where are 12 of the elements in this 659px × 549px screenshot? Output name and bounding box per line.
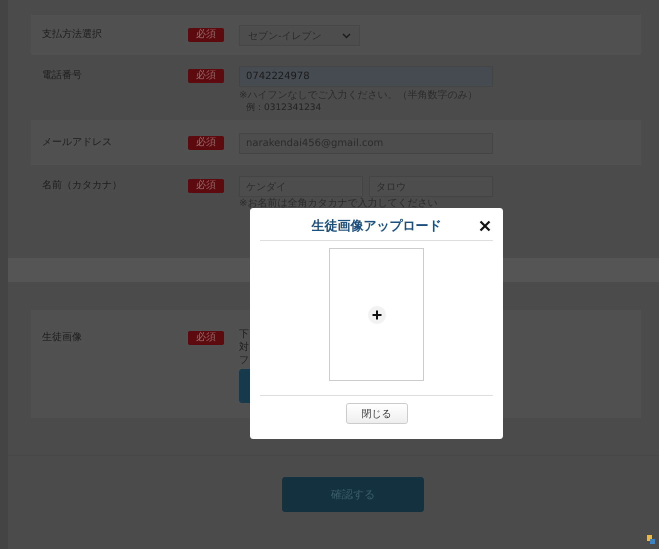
- close-icon[interactable]: [479, 220, 491, 232]
- chevron-down-icon: [342, 32, 351, 38]
- widget-icon[interactable]: [646, 534, 656, 545]
- required-badge: 必須: [188, 331, 224, 345]
- plus-icon: [368, 306, 386, 324]
- required-badge: 必須: [188, 28, 224, 42]
- required-badge: 必須: [188, 179, 224, 193]
- required-badge: 必須: [188, 136, 224, 150]
- required-badge: 必須: [188, 69, 224, 83]
- input-field[interactable]: 0742224978: [239, 66, 493, 87]
- dialog-title: 生徒画像アップロード: [312, 218, 442, 235]
- close-button[interactable]: 閉じる: [346, 403, 408, 424]
